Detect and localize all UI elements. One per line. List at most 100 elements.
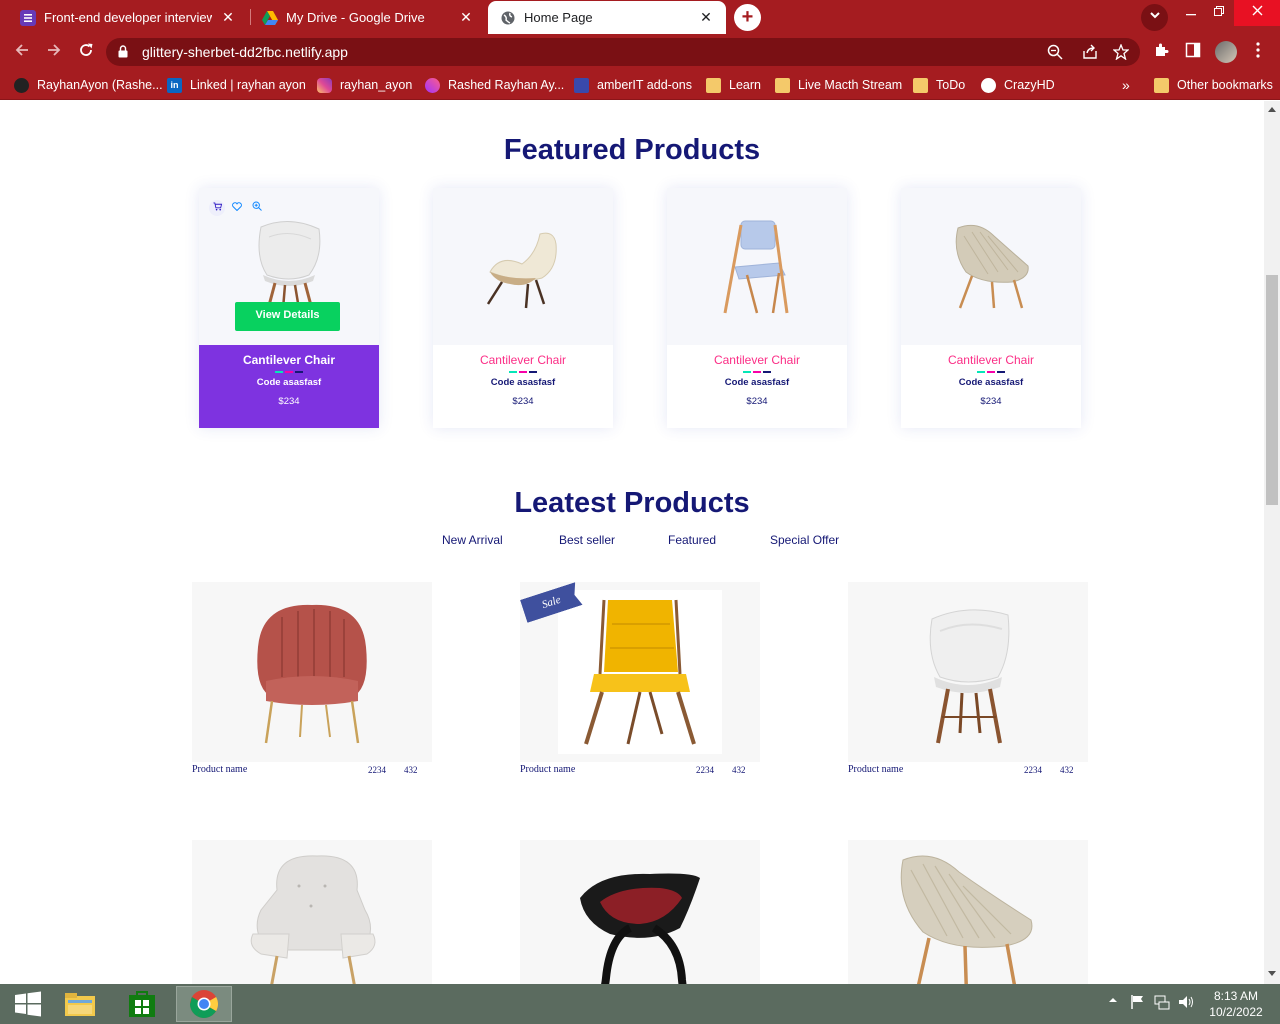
lock-icon: [118, 45, 128, 58]
view-details-button[interactable]: View Details: [235, 302, 340, 331]
product-code: Code asasfasf: [958, 377, 1024, 388]
system-clock[interactable]: 8:13 AM 10/2/2022: [1200, 988, 1272, 1020]
product-info: Cantilever Chair Code asasfasf $234: [667, 345, 847, 428]
tab-new-arrival[interactable]: New Arrival: [442, 533, 503, 547]
volume-icon[interactable]: [1178, 994, 1194, 1013]
kebab-menu-icon[interactable]: [1248, 42, 1268, 62]
tab-special-offer[interactable]: Special Offer: [770, 533, 839, 547]
product-name[interactable]: Product name: [192, 764, 247, 775]
chrome-icon: [190, 990, 218, 1018]
bookmark-learn[interactable]: Learn: [706, 76, 761, 94]
bookmark-github[interactable]: RayhanAyon (Rashe...: [14, 76, 163, 94]
product-price: 2234: [696, 765, 714, 775]
featured-product-card[interactable]: Cantilever Chair Code asasfasf $234: [667, 188, 847, 428]
latest-product-card[interactable]: [520, 840, 760, 984]
zoom-icon[interactable]: [1046, 44, 1064, 62]
product-name[interactable]: Cantilever Chair: [199, 353, 379, 367]
white-shell-chair-image: [929, 609, 1010, 744]
tab-best-seller[interactable]: Best seller: [559, 533, 615, 547]
product-old-price: 432: [732, 765, 746, 775]
new-tab-button[interactable]: +: [734, 4, 761, 31]
scroll-up-arrow-icon[interactable]: [1268, 107, 1276, 112]
close-icon[interactable]: ✕: [698, 9, 714, 26]
windows-logo-icon: [15, 991, 41, 1017]
cart-icon[interactable]: [209, 200, 225, 216]
side-panel-icon[interactable]: [1183, 42, 1203, 62]
product-name[interactable]: Product name: [848, 764, 903, 775]
extensions-icon[interactable]: [1151, 42, 1171, 62]
profile-avatar[interactable]: [1215, 41, 1237, 63]
browser-toolbar: glittery-sherbet-dd2fbc.netlify.app: [0, 34, 1280, 70]
color-dashes: [743, 371, 771, 373]
tab-search-button[interactable]: [1141, 4, 1168, 31]
taskbar-chrome[interactable]: [176, 986, 232, 1022]
color-dashes: [509, 371, 537, 373]
taskbar-store[interactable]: [114, 986, 170, 1022]
page-scrollbar[interactable]: [1264, 101, 1280, 984]
bookmark-messenger[interactable]: Rashed Rayhan Ay...: [425, 76, 564, 94]
browser-tab-strip: Front-end developer interview as ✕ My Dr…: [0, 0, 1280, 34]
minimize-button[interactable]: [1176, 0, 1206, 26]
more-bookmarks-button[interactable]: »: [1122, 76, 1130, 94]
bookmark-live-match[interactable]: Live Macth Stream: [775, 76, 902, 94]
bookmarks-bar: RayhanAyon (Rashe... in Linked | rayhan …: [0, 70, 1280, 100]
other-bookmarks[interactable]: Other bookmarks: [1154, 76, 1273, 94]
close-icon[interactable]: ✕: [220, 9, 236, 26]
latest-product-card[interactable]: Product name 2234 432: [848, 582, 1088, 780]
tab-interview[interactable]: Front-end developer interview as ✕: [8, 1, 248, 34]
close-icon[interactable]: ✕: [458, 9, 474, 26]
heart-icon[interactable]: [229, 200, 245, 216]
featured-products-title: Featured Products: [503, 134, 761, 166]
action-center-flag-icon[interactable]: [1130, 994, 1146, 1013]
tab-featured[interactable]: Featured: [668, 533, 716, 547]
woven-lounge-chair-image: [955, 224, 1029, 308]
bookmark-amberit[interactable]: amberIT add-ons: [574, 76, 692, 94]
share-icon[interactable]: [1081, 44, 1099, 62]
product-code: Code asasfasf: [724, 377, 790, 388]
url-text[interactable]: glittery-sherbet-dd2fbc.netlify.app: [142, 44, 348, 60]
featured-product-card[interactable]: View Details Cantilever Chair Code asasf…: [199, 188, 379, 428]
start-button[interactable]: [0, 986, 56, 1022]
folder-icon: [1154, 77, 1169, 93]
latest-product-card[interactable]: [848, 840, 1088, 984]
tab-home-page[interactable]: Home Page ✕: [488, 1, 726, 34]
star-icon[interactable]: [1112, 43, 1130, 62]
reload-button[interactable]: [74, 40, 98, 64]
product-name[interactable]: Cantilever Chair: [901, 353, 1081, 367]
latest-product-card[interactable]: Sale Product name 2234 432: [520, 582, 760, 780]
arrow-left-icon: [15, 44, 28, 56]
featured-product-card[interactable]: Cantilever Chair Code asasfasf $234: [433, 188, 613, 428]
latest-product-card[interactable]: Product name 2234 432: [192, 582, 432, 780]
bookmark-crazyhd[interactable]: CrazyHD: [981, 76, 1055, 94]
show-hidden-icons-button[interactable]: [1108, 994, 1118, 1008]
bookmark-todo[interactable]: ToDo: [913, 76, 965, 94]
bookmark-label: Learn: [729, 78, 761, 92]
product-price: $234: [980, 396, 1002, 407]
scroll-down-arrow-icon[interactable]: [1268, 971, 1276, 976]
tab-google-drive[interactable]: My Drive - Google Drive ✕: [250, 1, 486, 34]
forward-button[interactable]: [42, 40, 66, 64]
scrollbar-thumb[interactable]: [1266, 275, 1278, 505]
product-name[interactable]: Cantilever Chair: [667, 353, 847, 367]
address-bar[interactable]: glittery-sherbet-dd2fbc.netlify.app: [106, 38, 1140, 66]
network-icon[interactable]: [1154, 994, 1170, 1013]
featured-product-card[interactable]: Cantilever Chair Code asasfasf $234: [901, 188, 1081, 428]
tab-title: Home Page: [524, 10, 593, 25]
linkedin-icon: in: [167, 77, 182, 93]
latest-product-card[interactable]: [192, 840, 432, 984]
back-button[interactable]: [10, 40, 34, 64]
product-meta: Product name 2234 432: [520, 762, 760, 780]
zoom-in-icon[interactable]: [249, 200, 265, 216]
product-info: Cantilever Chair Code asasfasf $234: [199, 345, 379, 428]
product-image: [192, 582, 432, 762]
window-close-button[interactable]: [1234, 0, 1280, 26]
product-name[interactable]: Product name: [520, 764, 575, 775]
close-icon: [1252, 5, 1262, 16]
bookmark-label: CrazyHD: [1004, 78, 1055, 92]
bookmark-linkedin[interactable]: in Linked | rayhan ayon: [167, 76, 306, 94]
bookmark-instagram[interactable]: rayhan_ayon: [317, 76, 412, 94]
latest-products-title: Leatest Products: [514, 487, 750, 519]
taskbar-file-explorer[interactable]: [52, 986, 108, 1022]
product-name[interactable]: Cantilever Chair: [433, 353, 613, 367]
restore-button[interactable]: [1204, 0, 1234, 26]
